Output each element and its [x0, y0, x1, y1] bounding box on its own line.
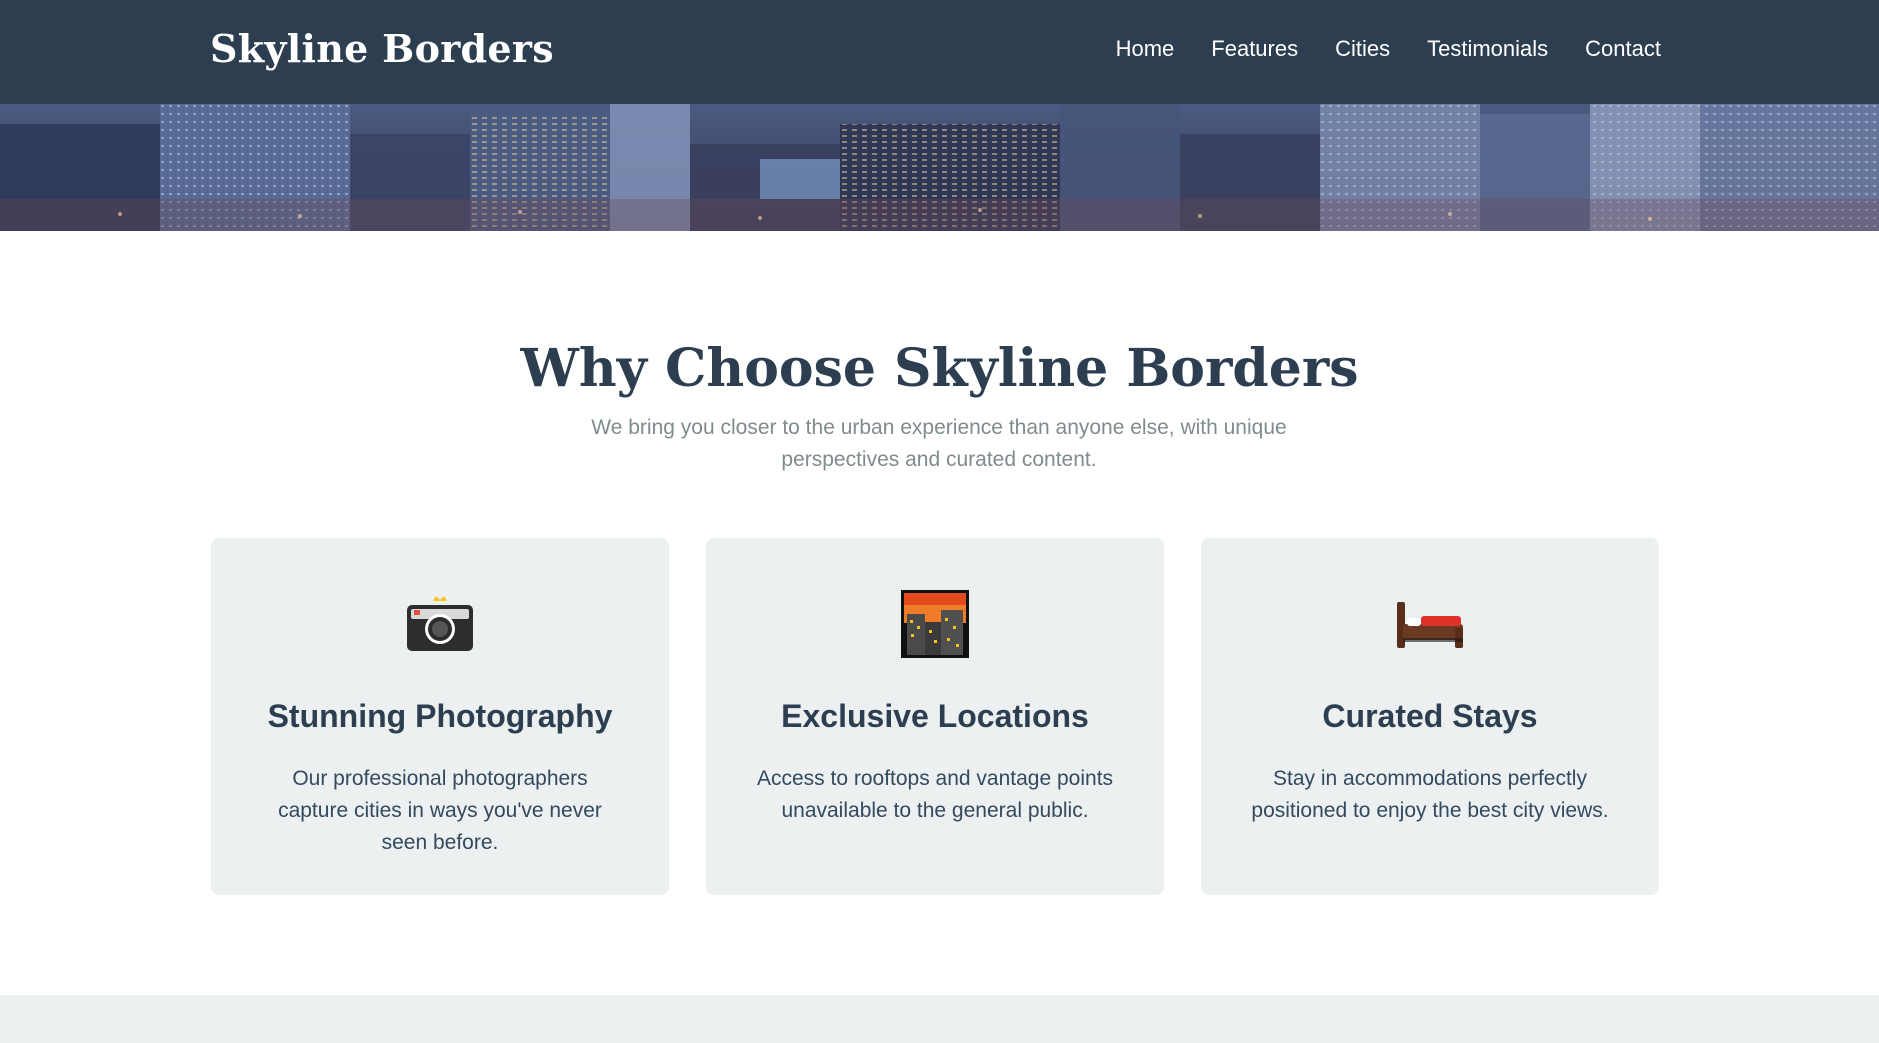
nav-features[interactable]: Features [1211, 36, 1298, 62]
cityscape-icon [706, 588, 1164, 660]
nav-testimonials[interactable]: Testimonials [1427, 36, 1548, 62]
brand-logo[interactable]: Skyline Borders [210, 26, 554, 71]
city-skyline-graphic [0, 104, 1879, 231]
nav-cities[interactable]: Cities [1335, 36, 1390, 62]
section-subtitle: We bring you closer to the urban experie… [591, 416, 1287, 471]
hero-city-image [0, 104, 1879, 231]
feature-card-locations: Exclusive Locations Access to rooftops a… [706, 538, 1164, 895]
main-nav: Home Features Cities Testimonials Contac… [1079, 36, 1661, 62]
card-text: Our professional photographers capture c… [278, 767, 602, 854]
bed-icon [1201, 588, 1659, 660]
nav-contact[interactable]: Contact [1585, 36, 1661, 62]
card-title: Exclusive Locations [781, 698, 1089, 734]
section-title: Why Choose Skyline Borders [520, 338, 1359, 399]
card-title: Curated Stays [1322, 698, 1538, 734]
feature-cards: Stunning Photography Our professional ph… [211, 538, 1659, 895]
feature-card-photography: Stunning Photography Our professional ph… [211, 538, 669, 895]
site-header: Skyline Borders Home Features Cities Tes… [0, 0, 1879, 104]
feature-card-stays: Curated Stays Stay in accommodations per… [1201, 538, 1659, 895]
camera-icon [211, 588, 669, 660]
nav-home[interactable]: Home [1116, 36, 1175, 62]
next-section-band [0, 995, 1879, 1043]
card-text: Access to rooftops and vantage points un… [756, 767, 1114, 822]
card-title: Stunning Photography [267, 698, 613, 734]
card-text: Stay in accommodations perfectly positio… [1251, 767, 1609, 822]
